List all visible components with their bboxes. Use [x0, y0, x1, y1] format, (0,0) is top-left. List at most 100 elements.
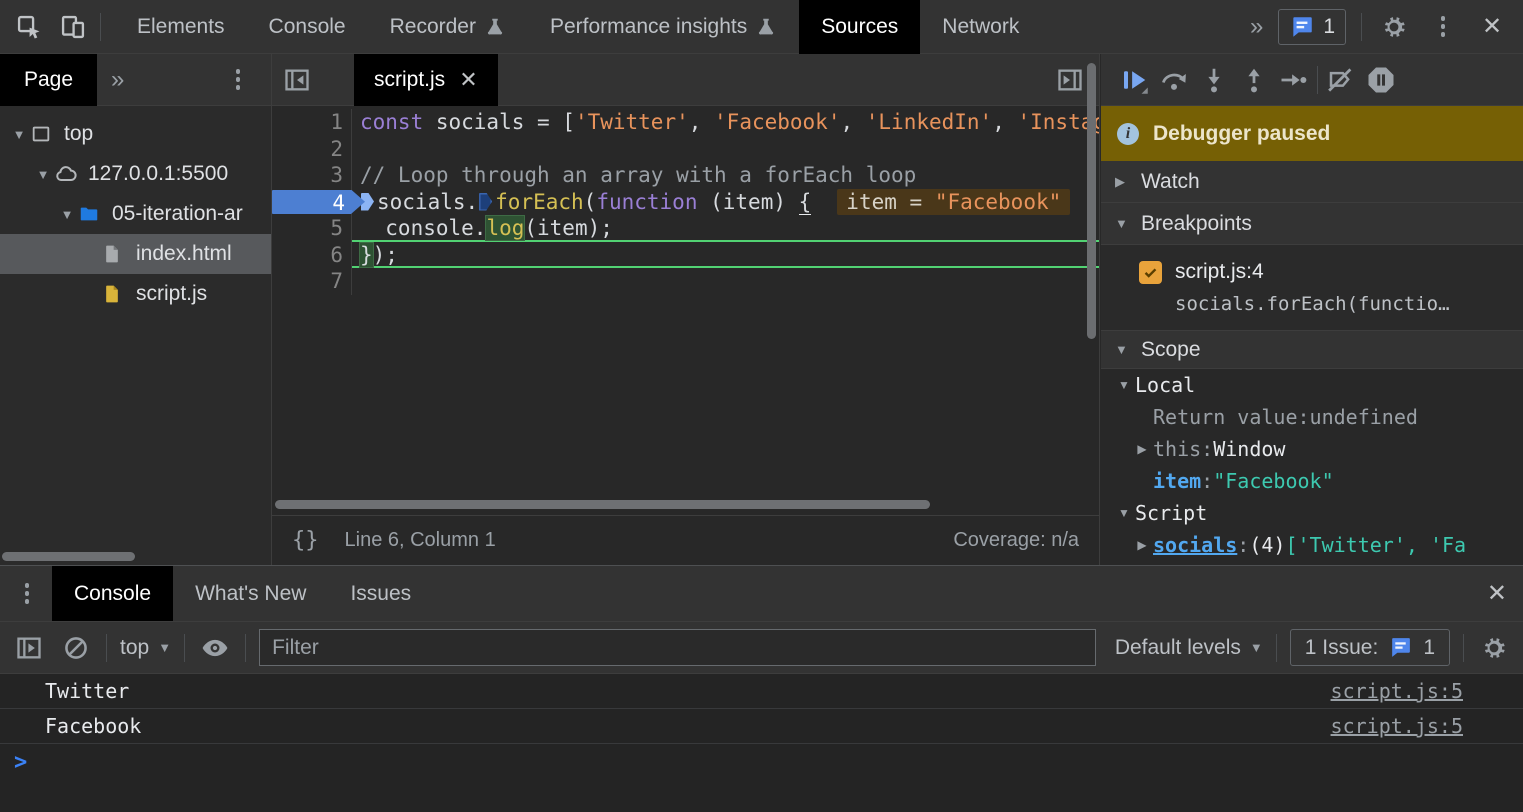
navigator-kebab-menu-icon[interactable]: [221, 63, 255, 97]
pretty-print-icon[interactable]: {}: [292, 528, 319, 553]
tab-performance-insights[interactable]: Performance insights: [528, 0, 799, 54]
settings-gear-icon[interactable]: [1377, 10, 1411, 44]
tree-item-127-0-0-1-5500[interactable]: ▼127.0.0.1:5500: [0, 154, 271, 194]
sidebar-horizontal-scrollbar[interactable]: [2, 552, 135, 561]
code-token: socials.: [377, 190, 478, 214]
scope-row: Return value: undefined: [1101, 401, 1523, 433]
tab-console[interactable]: Console: [247, 0, 368, 54]
tab-page[interactable]: Page: [0, 54, 97, 106]
line-number-gutter[interactable]: 3: [272, 162, 352, 189]
code-line-1: 1const socials = ['Twitter', 'Facebook',…: [272, 109, 1099, 136]
issues-button[interactable]: 1 Issue: 1: [1290, 629, 1450, 666]
pause-on-exceptions-icon[interactable]: [1364, 63, 1398, 97]
tree-item-top[interactable]: ▼top: [0, 114, 271, 154]
tree-item-05-iteration-ar[interactable]: ▼05-iteration-ar: [0, 194, 271, 234]
show-debugger-sidebar-icon[interactable]: [1053, 63, 1087, 97]
tab-network[interactable]: Network: [920, 0, 1041, 54]
line-number-gutter[interactable]: 5: [272, 215, 352, 242]
divider: [1276, 634, 1277, 662]
scope-token: socials: [1153, 533, 1237, 557]
deactivate-breakpoints-icon[interactable]: [1324, 63, 1358, 97]
scope-row: ▶this: Window: [1101, 433, 1523, 465]
step-into-icon[interactable]: [1197, 63, 1231, 97]
expand-arrow-icon[interactable]: ▼: [56, 207, 78, 222]
console-prompt[interactable]: >: [0, 744, 1523, 780]
inline-eval-token: item =: [846, 190, 935, 214]
scope-token: Local: [1135, 373, 1195, 397]
scope-token: "Facebook": [1213, 469, 1333, 493]
close-devtools-button[interactable]: ✕: [1475, 10, 1509, 44]
source-location-link[interactable]: script.js:5: [1331, 679, 1463, 703]
context-selector[interactable]: top ▼: [120, 636, 171, 660]
divider: [245, 634, 246, 662]
device-toolbar-icon[interactable]: [56, 10, 90, 44]
line-number-gutter[interactable]: 1: [272, 109, 352, 136]
drawer-kebab-menu-icon[interactable]: [10, 577, 44, 611]
editor-vertical-scrollbar[interactable]: [1087, 63, 1096, 339]
chevron-down-icon: ▼: [1250, 640, 1263, 655]
console-sidebar-icon[interactable]: [12, 631, 46, 665]
watch-label: Watch: [1141, 170, 1200, 194]
devtools-window: ElementsConsoleRecorderPerformance insig…: [0, 0, 1523, 812]
code-token: ,: [992, 110, 1017, 134]
breakpoint-entry[interactable]: script.js:4 socials.forEach(functio…: [1101, 245, 1523, 331]
drawer-tab-console[interactable]: Console: [52, 566, 173, 621]
breakpoint-checkbox[interactable]: [1139, 261, 1162, 284]
source-location-link[interactable]: script.js:5: [1331, 714, 1463, 738]
code-token: (item): [697, 190, 798, 214]
code-token: log: [486, 216, 524, 240]
line-number-gutter[interactable]: 2: [272, 136, 352, 163]
step-out-icon[interactable]: [1237, 63, 1271, 97]
step-over-icon[interactable]: [1157, 63, 1191, 97]
inline-breakpoint-marker-icon[interactable]: [479, 193, 492, 211]
inspect-element-icon[interactable]: [12, 10, 46, 44]
tab-sources[interactable]: Sources: [799, 0, 920, 54]
tab-recorder[interactable]: Recorder: [368, 0, 528, 54]
more-tabs-icon[interactable]: »: [1250, 13, 1263, 41]
close-tab-icon[interactable]: ✕: [459, 67, 477, 93]
tree-item-index-html[interactable]: index.html: [0, 234, 271, 274]
code-token: {: [799, 190, 812, 216]
drawer-tab-issues[interactable]: Issues: [328, 566, 433, 621]
expand-arrow-icon[interactable]: ▼: [1113, 506, 1135, 520]
close-drawer-icon[interactable]: ✕: [1487, 579, 1507, 608]
more-navigator-tabs-icon[interactable]: »: [111, 66, 124, 94]
issues-count: 1: [1323, 15, 1335, 39]
console-settings-gear-icon[interactable]: [1477, 631, 1511, 665]
drawer-tab-what-s-new[interactable]: What's New: [173, 566, 328, 621]
code-token: 'Twitter': [575, 110, 689, 134]
tree-item-script-js[interactable]: script.js: [0, 274, 271, 314]
expand-arrow-icon[interactable]: ▼: [32, 167, 54, 182]
line-number-gutter[interactable]: 7: [272, 268, 352, 295]
expand-arrow-icon[interactable]: ▶: [1131, 538, 1153, 552]
editor-tab-scriptjs[interactable]: script.js ✕: [354, 54, 498, 106]
code-editor[interactable]: 1const socials = ['Twitter', 'Facebook',…: [272, 106, 1099, 515]
expand-arrow-icon[interactable]: ▼: [1113, 378, 1135, 392]
step-icon[interactable]: [1277, 63, 1311, 97]
line-number-gutter[interactable]: 6: [272, 242, 352, 269]
code-token: socials = [: [423, 110, 575, 134]
tab-elements[interactable]: Elements: [115, 0, 247, 54]
editor-horizontal-scrollbar[interactable]: [275, 500, 930, 509]
hide-navigator-icon[interactable]: [280, 63, 314, 97]
expand-arrow-icon[interactable]: ▶: [1131, 442, 1153, 456]
console-filter-input[interactable]: [259, 629, 1096, 666]
kebab-menu-icon[interactable]: [1426, 10, 1460, 44]
resume-script-icon[interactable]: [1117, 63, 1151, 97]
line-number-gutter[interactable]: 4: [272, 189, 352, 216]
clear-console-icon[interactable]: [59, 631, 93, 665]
section-watch[interactable]: ▶ Watch: [1101, 161, 1523, 203]
code-token: function: [596, 190, 697, 214]
section-breakpoints[interactable]: ▼ Breakpoints: [1101, 203, 1523, 245]
scope-token: Script: [1135, 501, 1207, 525]
code-line-6: 6});: [272, 242, 1099, 269]
code-line-7: 7: [272, 268, 1099, 295]
log-levels-dropdown[interactable]: Default levels ▼: [1115, 636, 1263, 660]
drawer-tab-bar: ConsoleWhat's NewIssues ✕: [0, 566, 1523, 621]
console-message-text: Facebook: [45, 714, 141, 738]
section-scope[interactable]: ▼ Scope: [1101, 331, 1523, 369]
issues-counter-button[interactable]: 1: [1278, 9, 1346, 45]
console-messages: Twitterscript.js:5Facebookscript.js:5: [0, 674, 1523, 744]
live-expression-eye-icon[interactable]: [198, 631, 232, 665]
expand-arrow-icon[interactable]: ▼: [8, 127, 30, 142]
